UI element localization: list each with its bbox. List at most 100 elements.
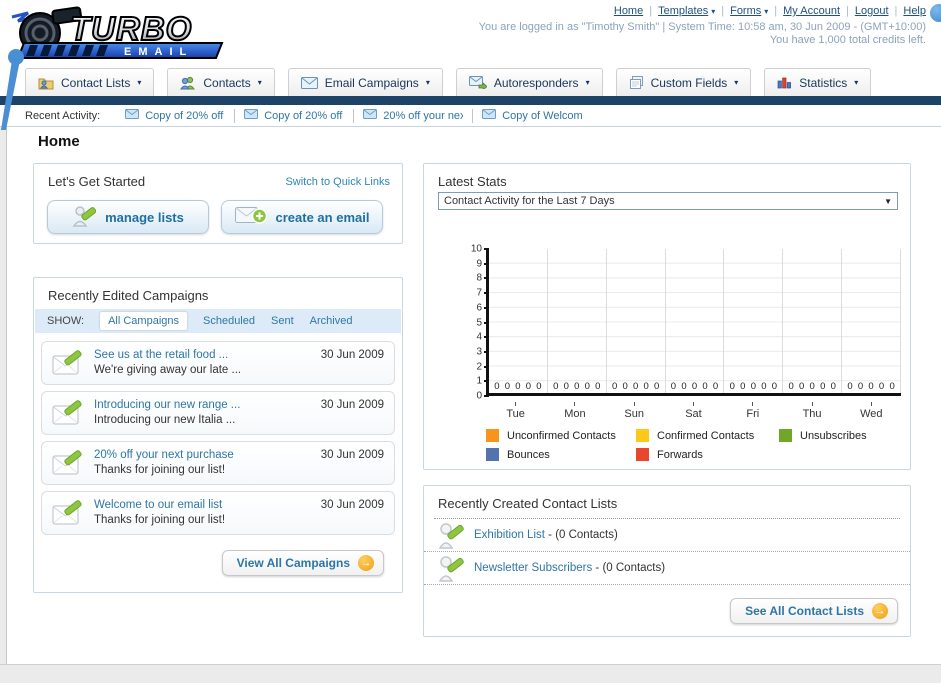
chart-day-group-sat: 00000 <box>666 249 725 393</box>
list-person-pencil-icon <box>438 521 464 549</box>
legend-item-unconfirmed-contacts: Unconfirmed Contacts <box>486 426 636 445</box>
header-link-home[interactable]: Home <box>614 5 643 17</box>
header-link-forms[interactable]: Forms <box>730 5 761 17</box>
contact-lists-folder-icon <box>38 76 54 90</box>
chart-value-label: 0 <box>504 381 511 392</box>
header-link-templates[interactable]: Templates <box>658 5 708 17</box>
nav-tab-autoresponders[interactable]: Autoresponders ▾ <box>455 68 603 96</box>
help-bubble-icon[interactable] <box>930 4 941 22</box>
contact-list-row: Newsletter Subscribers - (0 Contacts) <box>424 552 910 585</box>
arrow-right-icon: → <box>358 555 374 571</box>
header-link-logout[interactable]: Logout <box>855 5 889 17</box>
recent-activity-item-label: Copy of 20% off yo <box>145 109 225 122</box>
campaign-tab-sent[interactable]: Sent <box>271 315 294 327</box>
contact-activity-chart: 0 1 2 3 4 5 6 7 8 9 10 0 0 0 0 0 0 0 0 0 0 0 0 0 0 0 0 0 0 0 0 0 0 0 0 0 0 0 0… <box>471 244 902 402</box>
chart-y-tick-label: 6 <box>476 302 482 314</box>
link-separator: | <box>649 5 653 17</box>
chart-value-label: 0 <box>702 381 708 392</box>
campaign-tab-archived[interactable]: Archived <box>310 315 353 327</box>
campaign-title-link[interactable]: Introducing our new range ... <box>94 399 240 411</box>
header-link-help[interactable]: Help <box>903 5 926 17</box>
switch-quick-links-link[interactable]: Switch to Quick Links <box>285 176 390 188</box>
legend-label: Forwards <box>657 448 703 461</box>
link-separator: | <box>721 5 725 17</box>
campaign-title-link[interactable]: See us at the retail food ... <box>94 349 228 361</box>
legend-swatch-icon <box>636 429 649 442</box>
campaign-envelope-pencil-icon <box>52 499 84 527</box>
legend-label: Bounces <box>507 448 550 461</box>
campaign-title-link[interactable]: Welcome to our email list <box>94 499 222 511</box>
login-status-text: You are logged in as "Timothy Smith" | S… <box>478 21 926 33</box>
chart-value-label: 0 <box>889 381 895 392</box>
chart-day-group-tue: 00000 <box>489 249 548 393</box>
chart-value-label: 0 <box>788 381 794 392</box>
nav-tab-contacts[interactable]: Contacts ▾ <box>167 68 275 96</box>
svg-text:EMAIL: EMAIL <box>124 46 193 58</box>
create-an-email-label: create an email <box>275 209 370 225</box>
chart-value-label: 0 <box>670 381 677 392</box>
chart-y-tick-label: 2 <box>476 361 482 373</box>
recent-activity-item[interactable]: Copy of 20% off yo <box>116 108 236 123</box>
chart-value-label: 0 <box>712 381 719 392</box>
campaign-text: 20% off your next purchase Thanks for joi… <box>94 448 234 478</box>
chart-value-labels: 00000 <box>607 381 665 392</box>
chart-value-label: 0 <box>574 381 580 392</box>
turbo-email-logo: TURBO EMAIL <box>11 6 224 59</box>
chart-x-label-sat: Sat <box>664 402 723 420</box>
recent-activity-item[interactable]: Copy of Welcome to <box>473 109 591 123</box>
campaign-row: Introducing our new range ... Introducing… <box>41 391 395 435</box>
create-email-plus-icon <box>234 205 267 230</box>
chart-value-label: 0 <box>761 381 767 392</box>
legend-swatch-icon <box>486 429 499 442</box>
legend-item-confirmed-contacts: Confirmed Contacts <box>636 426 779 445</box>
manage-lists-button[interactable]: manage lists <box>47 200 209 234</box>
chart-y-tick-label: 10 <box>470 243 482 255</box>
get-started-title: Let's Get Started <box>48 174 146 189</box>
view-all-campaigns-button[interactable]: View All Campaigns → <box>221 550 384 576</box>
campaign-tab-scheduled[interactable]: Scheduled <box>203 315 255 327</box>
link-separator: | <box>846 5 849 17</box>
see-all-contact-lists-button[interactable]: See All Contact Lists → <box>730 598 898 624</box>
chart-y-tick-label: 9 <box>476 258 482 270</box>
chart-value-label: 0 <box>525 381 532 392</box>
chart-legend: Unconfirmed Contacts Confirmed Contacts Un… <box>486 426 867 464</box>
campaign-row: Welcome to our email list Thanks for join… <box>41 491 395 535</box>
nav-tab-contact-lists[interactable]: Contact Lists ▾ <box>25 68 155 96</box>
nav-divider-bar <box>0 96 941 105</box>
chart-day-group-sun: 00000 <box>607 249 666 393</box>
nav-tab-custom-fields[interactable]: Custom Fields ▾ <box>615 68 752 96</box>
chart-value-labels: 00000 <box>724 381 782 392</box>
create-an-email-button[interactable]: create an email <box>221 200 383 234</box>
chart-day-group-mon: 00000 <box>548 249 607 393</box>
chart-value-label: 0 <box>878 381 885 392</box>
chart-value-labels: 00000 <box>548 381 606 392</box>
recent-activity-item[interactable]: Copy of 20% off yo <box>235 108 355 123</box>
activity-envelope-icon <box>125 109 140 122</box>
chart-x-label-mon: Mon <box>545 402 604 420</box>
header-link-my-account[interactable]: My Account <box>783 5 840 17</box>
campaign-title-link[interactable]: 20% off your next purchase <box>94 449 234 461</box>
manage-lists-pencil-icon <box>72 204 97 231</box>
campaign-tab-all-campaigns[interactable]: All Campaigns <box>100 312 187 330</box>
campaign-text: Welcome to our email list Thanks for join… <box>94 498 225 528</box>
stats-period-dropdown[interactable]: Contact Activity for the Last 7 Days ▼ <box>438 192 898 210</box>
contact-list-name-link[interactable]: Newsletter Subscribers <box>474 562 592 574</box>
header-links: Home | Templates ▾ | Forms ▾ | My Account | Logout… <box>614 5 926 17</box>
credits-text: You have 1,000 total credits left. <box>769 34 926 46</box>
campaign-envelope-pencil-icon <box>52 349 84 377</box>
nav-tab-label: Contact Lists <box>61 75 131 90</box>
contact-list-name-link[interactable]: Exhibition List <box>474 529 545 541</box>
campaign-subtitle: Thanks for joining our list! <box>94 464 226 476</box>
contact-list-label: Newsletter Subscribers - (0 Contacts) <box>474 562 665 574</box>
campaigns-title: Recently Edited Campaigns <box>48 288 209 303</box>
legend-label: Confirmed Contacts <box>657 429 755 442</box>
chevron-down-icon: ▾ <box>137 78 142 87</box>
nav-tab-statistics[interactable]: Statistics ▾ <box>764 68 872 96</box>
nav-tab-email-campaigns[interactable]: Email Campaigns ▾ <box>287 68 443 96</box>
campaign-subtitle: We're giving away our late ... <box>94 364 242 376</box>
recent-activity-item[interactable]: 20% off your next <box>354 108 474 123</box>
chart-value-label: 0 <box>654 381 660 392</box>
chart-value-label: 0 <box>740 381 746 392</box>
chart-value-label: 0 <box>681 381 687 392</box>
chart-value-label: 0 <box>847 381 853 392</box>
